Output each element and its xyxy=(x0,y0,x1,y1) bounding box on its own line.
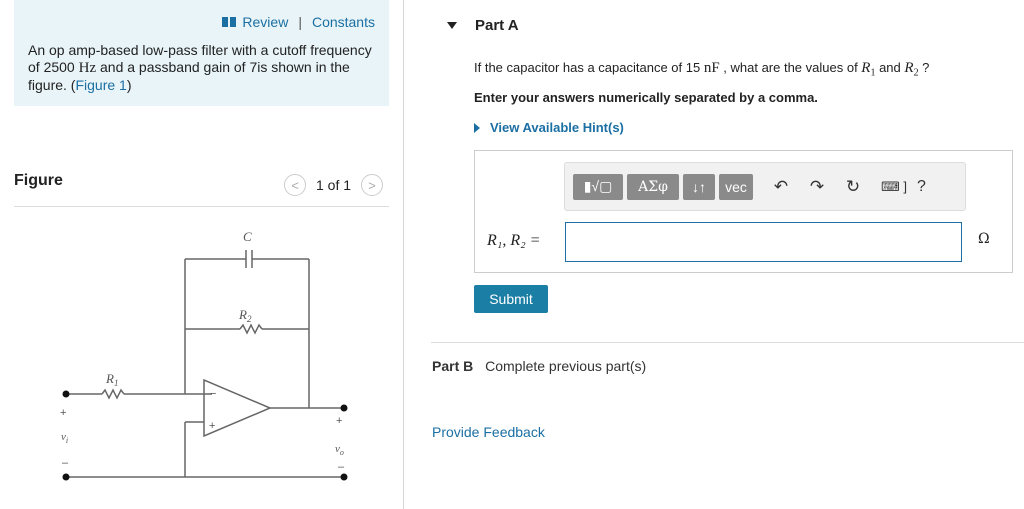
vi-label: vi xyxy=(61,431,68,445)
opamp-plus-sign: + xyxy=(209,420,215,432)
prev-figure-button[interactable]: < xyxy=(284,174,306,196)
constants-link[interactable]: Constants xyxy=(312,14,375,30)
answer-box: ▮√▢ ΑΣφ ↓↑ vec ↶ ↷ ↻ ⌨ ] ? R₁, R₂ = Ω xyxy=(474,150,1013,273)
keyboard-icon[interactable]: ⌨ ] xyxy=(881,179,907,195)
opamp-minus-sign: − xyxy=(210,388,216,400)
submit-button[interactable]: Submit xyxy=(474,285,548,313)
input-plus-sign: + xyxy=(60,407,66,419)
right-panel: Part A If the capacitor has a capacitanc… xyxy=(405,0,1024,509)
part-b-row: Part B Complete previous part(s) xyxy=(432,358,646,374)
r2-label: R2 xyxy=(238,307,252,324)
help-icon[interactable]: ? xyxy=(917,178,926,196)
output-plus-sign: + xyxy=(336,415,342,427)
link-separator: | xyxy=(298,14,302,30)
review-link[interactable]: Review xyxy=(242,14,288,30)
undo-icon[interactable]: ↶ xyxy=(769,174,793,200)
answer-unit: Ω xyxy=(978,231,990,247)
part-a-title: Part A xyxy=(475,17,519,34)
reset-icon[interactable]: ↻ xyxy=(841,174,865,200)
resource-links: Review | Constants xyxy=(222,14,375,30)
symbols-button[interactable]: ΑΣφ xyxy=(627,173,679,200)
figure-pager: < 1 of 1 > xyxy=(284,174,384,196)
input-terminal-bottom xyxy=(62,473,70,481)
expand-triangle-icon xyxy=(474,122,480,133)
unit-nf: nF xyxy=(703,60,720,76)
unit-hz: Hz xyxy=(78,60,97,76)
problem-info-box: Review | Constants An op amp-based low-p… xyxy=(14,0,389,106)
output-terminal-bottom xyxy=(340,473,348,481)
input-terminal-top xyxy=(62,390,70,398)
question-text: If the capacitor has a capacitance of 15… xyxy=(474,60,930,79)
hints-label: View Available Hint(s) xyxy=(490,120,624,135)
input-minus-sign: – xyxy=(62,457,69,469)
chevron-left-icon: < xyxy=(291,177,299,193)
answer-input[interactable] xyxy=(565,222,962,262)
answer-label: R₁, R₂ = xyxy=(487,232,541,249)
output-minus-sign: – xyxy=(338,461,345,473)
view-hints-toggle[interactable]: View Available Hint(s) xyxy=(474,120,624,135)
templates-button[interactable]: ▮√▢ xyxy=(573,173,623,200)
vo-label: vo xyxy=(335,443,344,457)
figure-link[interactable]: Figure 1 xyxy=(75,77,126,93)
chevron-right-icon: > xyxy=(368,177,376,193)
capacitor-label: C xyxy=(243,229,252,244)
vector-button[interactable]: vec xyxy=(719,173,753,200)
circuit-diagram: C R2 R1 vi vo + – − + + – xyxy=(60,229,348,481)
left-panel: Review | Constants An op amp-based low-p… xyxy=(0,0,404,509)
redo-icon[interactable]: ↷ xyxy=(805,174,829,200)
part-b-title: Part B xyxy=(432,358,474,374)
problem-description: An op amp-based low-pass filter with a c… xyxy=(28,42,372,93)
part-divider xyxy=(431,342,1024,343)
r1-label: R1 xyxy=(105,371,118,388)
figure-title: Figure xyxy=(14,172,63,189)
output-terminal-top xyxy=(340,404,348,412)
part-b-status: Complete previous part(s) xyxy=(485,358,647,374)
provide-feedback-link[interactable]: Provide Feedback xyxy=(432,424,545,440)
part-a-header[interactable]: Part A xyxy=(447,17,519,34)
arrows-button[interactable]: ↓↑ xyxy=(683,173,715,200)
collapse-triangle-icon xyxy=(447,22,457,29)
next-figure-button[interactable]: > xyxy=(361,174,384,196)
figure-count: 1 of 1 xyxy=(316,177,352,193)
figure-divider xyxy=(14,206,389,207)
math-toolbar: ▮√▢ ΑΣφ ↓↑ vec ↶ ↷ ↻ ⌨ ] ? xyxy=(564,162,966,211)
answer-instruction: Enter your answers numerically separated… xyxy=(474,90,818,105)
book-icon xyxy=(222,17,237,27)
